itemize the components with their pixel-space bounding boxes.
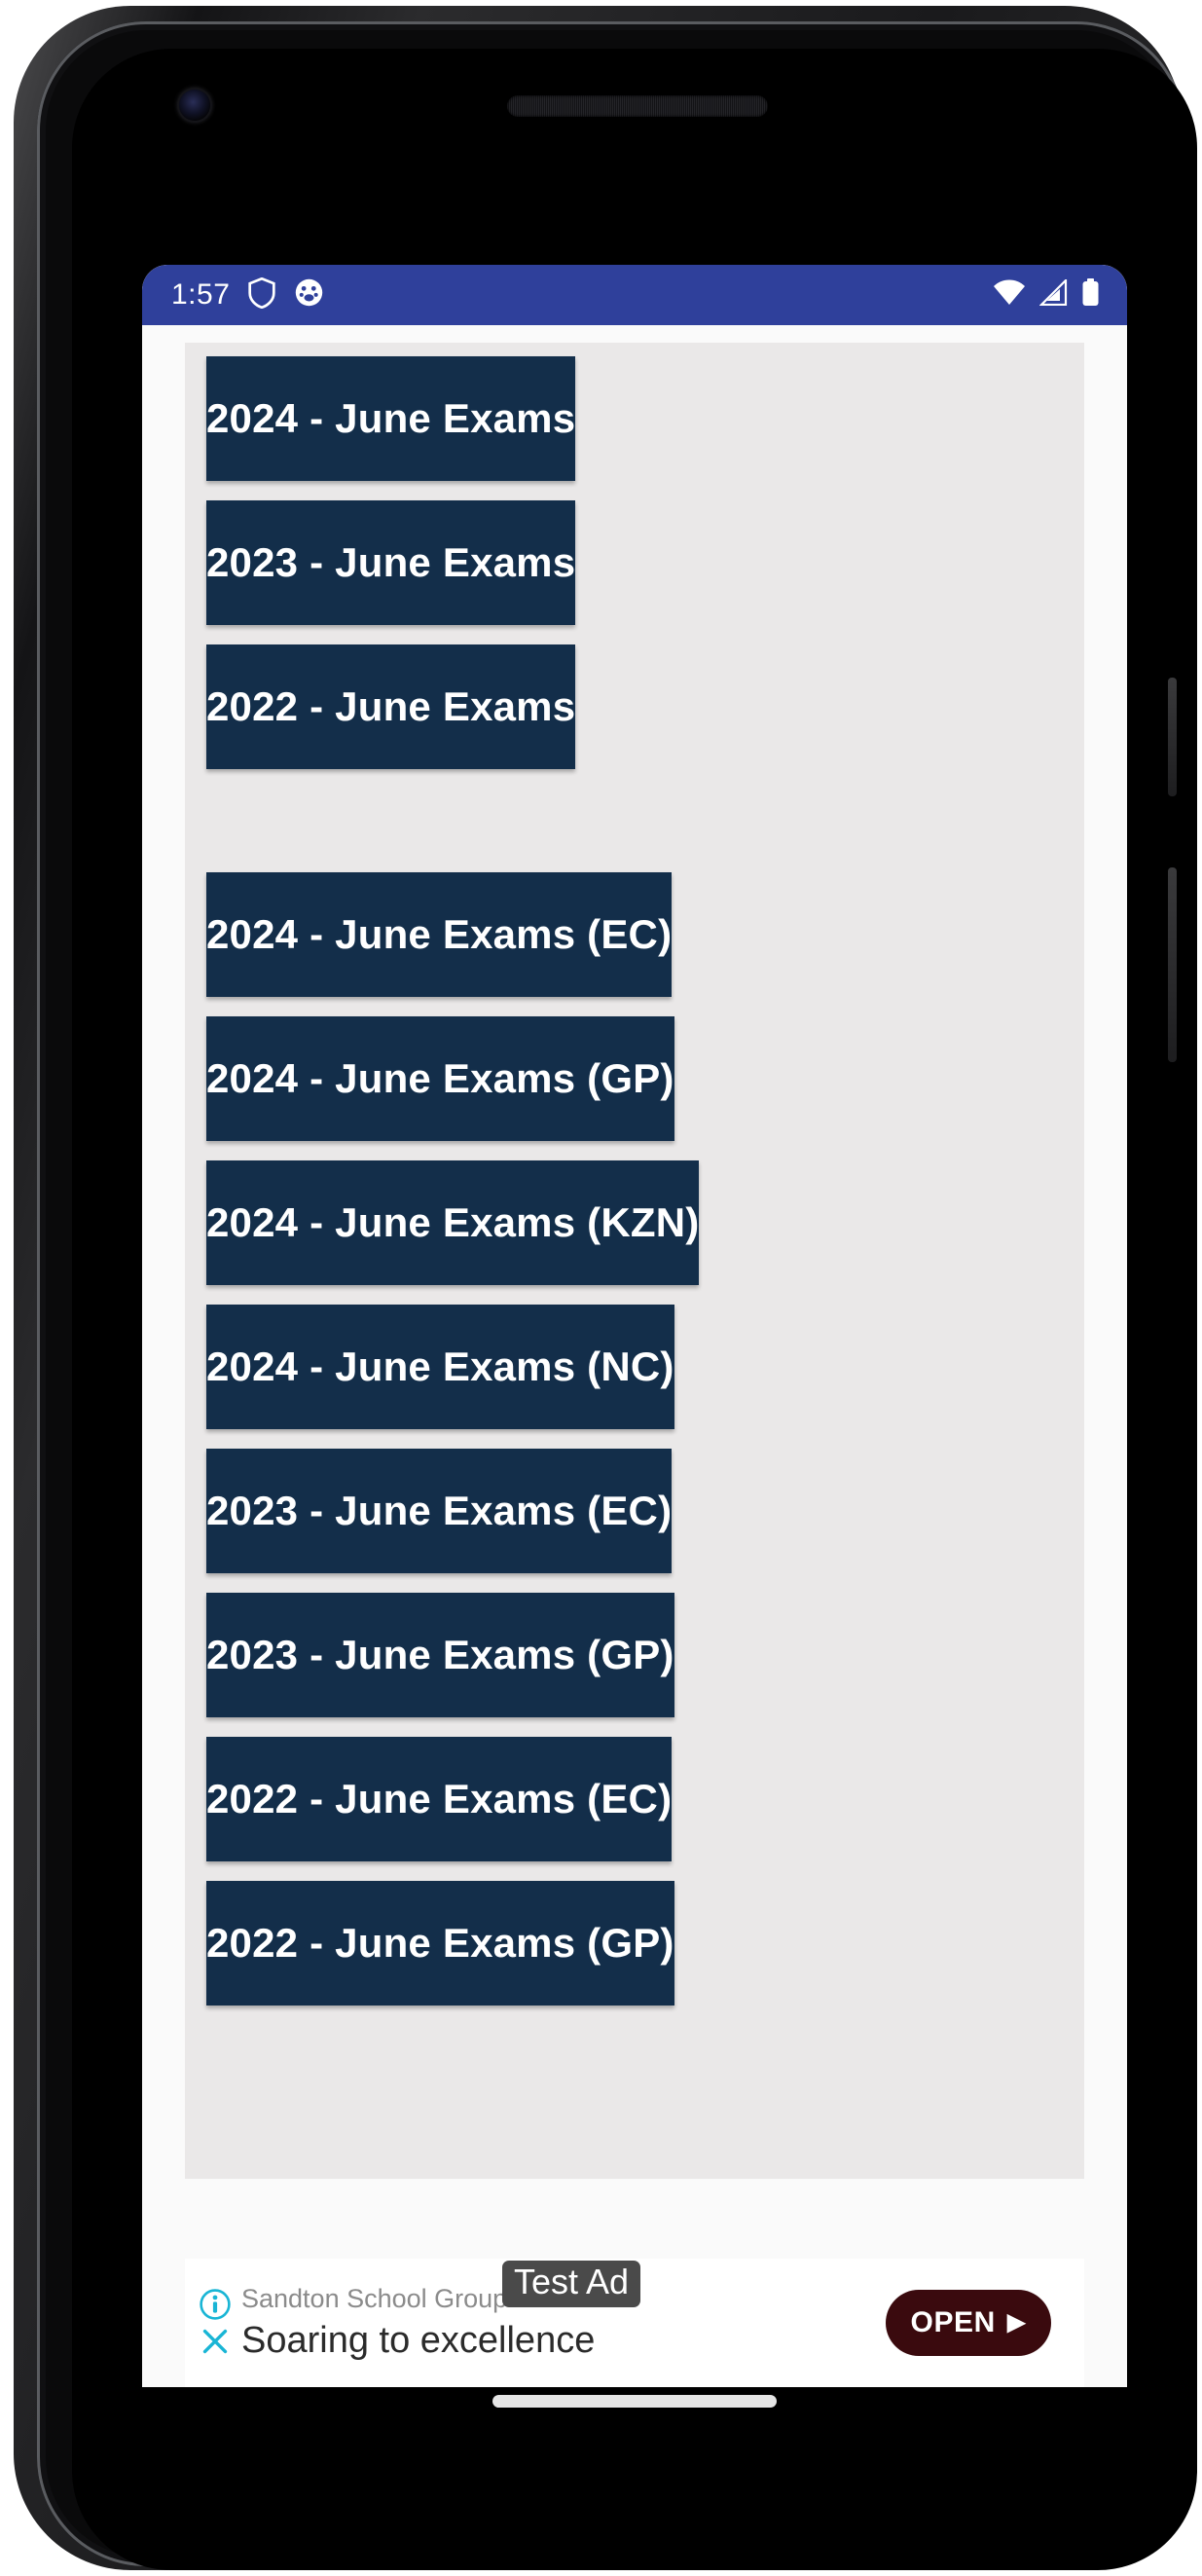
- exam-button-2022-june[interactable]: 2022 - June Exams: [206, 644, 576, 769]
- info-icon[interactable]: [199, 2288, 232, 2321]
- close-icon[interactable]: [199, 2325, 232, 2358]
- battery-icon: [1081, 278, 1100, 312]
- ad-banner[interactable]: Sandton School Group Test Ad Soaring to …: [142, 2259, 1127, 2387]
- caret-right-icon: ▶: [1006, 2309, 1026, 2336]
- exam-button-2022-june-gp[interactable]: 2022 - June Exams (GP): [206, 1881, 674, 2006]
- pet-face-icon: [294, 277, 324, 313]
- shield-icon: [247, 276, 276, 313]
- app-viewport: 1:57 2024 - June Exams 2023 - June Exams…: [142, 265, 1127, 2387]
- exam-button-label: 2024 - June Exams (GP): [206, 1055, 674, 1101]
- status-bar-right: [993, 277, 1100, 312]
- cellular-signal-icon: [1038, 277, 1068, 311]
- status-bar: 1:57: [142, 265, 1127, 325]
- group-separator: [206, 789, 1063, 872]
- exam-button-label: 2024 - June Exams: [206, 395, 576, 441]
- exam-button-2024-june-ec[interactable]: 2024 - June Exams (EC): [206, 872, 673, 997]
- ad-text-block: Sandton School Group Test Ad Soaring to …: [241, 2260, 886, 2363]
- ad-open-label: OPEN: [910, 2306, 996, 2338]
- ad-content[interactable]: Sandton School Group Test Ad Soaring to …: [185, 2259, 1084, 2387]
- exam-button-label: 2024 - June Exams (NC): [206, 1343, 674, 1389]
- exam-list-container: 2024 - June Exams 2023 - June Exams 2022…: [185, 343, 1084, 2179]
- exam-button-label: 2022 - June Exams (GP): [206, 1920, 674, 1966]
- exam-button-label: 2023 - June Exams (EC): [206, 1488, 673, 1533]
- exam-button-2024-june-gp[interactable]: 2024 - June Exams (GP): [206, 1016, 674, 1141]
- exam-button-2023-june-gp[interactable]: 2023 - June Exams (GP): [206, 1593, 674, 1717]
- exam-button-label: 2023 - June Exams: [206, 539, 576, 585]
- ad-controls: [193, 2288, 237, 2358]
- exam-button-label: 2023 - June Exams (GP): [206, 1632, 674, 1677]
- volume-button[interactable]: [1168, 867, 1177, 1062]
- exam-button-label: 2024 - June Exams (EC): [206, 911, 673, 957]
- exam-button-2024-june-kzn[interactable]: 2024 - June Exams (KZN): [206, 1160, 700, 1285]
- status-bar-left: 1:57: [171, 276, 324, 313]
- screenshot-root: 1:57 2024 - June Exams 2023 - June Exams…: [0, 0, 1202, 2576]
- power-button[interactable]: [1168, 678, 1177, 796]
- front-camera-icon: [179, 90, 210, 121]
- exam-button-label: 2024 - June Exams (KZN): [206, 1199, 700, 1245]
- ad-open-button[interactable]: OPEN ▶: [885, 2290, 1051, 2356]
- exam-button-2023-june[interactable]: 2023 - June Exams: [206, 500, 576, 625]
- wifi-icon: [993, 279, 1026, 311]
- earpiece-speaker-icon: [507, 95, 768, 117]
- status-time: 1:57: [171, 278, 231, 311]
- exam-button-2024-june-nc[interactable]: 2024 - June Exams (NC): [206, 1305, 674, 1429]
- exam-button-2022-june-ec[interactable]: 2022 - June Exams (EC): [206, 1737, 673, 1861]
- phone-display: 1:57 2024 - June Exams 2023 - June Exams…: [72, 49, 1197, 2570]
- ad-headline: Soaring to excellence: [241, 2319, 596, 2361]
- home-gesture-bar[interactable]: [492, 2395, 777, 2408]
- ad-test-badge: Test Ad: [502, 2260, 641, 2307]
- exam-button-2024-june[interactable]: 2024 - June Exams: [206, 356, 576, 481]
- phone-bezel: 1:57 2024 - June Exams 2023 - June Exams…: [37, 21, 1197, 2570]
- page-body: 2024 - June Exams 2023 - June Exams 2022…: [142, 325, 1127, 2387]
- exam-button-2023-june-ec[interactable]: 2023 - June Exams (EC): [206, 1449, 673, 1573]
- phone-frame: 1:57 2024 - June Exams 2023 - June Exams…: [14, 6, 1197, 2570]
- exam-button-label: 2022 - June Exams: [206, 683, 576, 729]
- exam-button-label: 2022 - June Exams (EC): [206, 1776, 673, 1822]
